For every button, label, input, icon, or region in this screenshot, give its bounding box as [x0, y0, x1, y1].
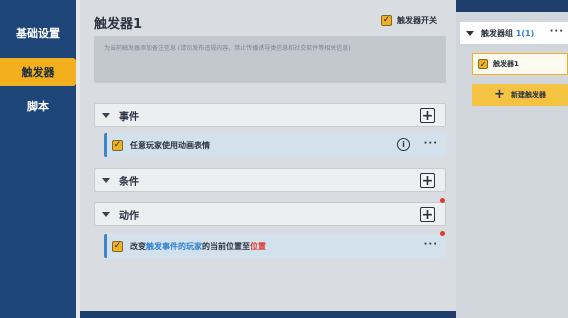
action-row-param-player[interactable]: 触发事件的玩家: [146, 242, 202, 251]
action-row-segment: 的当前位置至: [202, 241, 250, 251]
ellipsis-icon[interactable]: ···: [424, 240, 438, 250]
section-conditions-header[interactable]: 条件 +: [94, 168, 446, 192]
notification-dot: [440, 231, 445, 236]
trigger-title: 触发器1: [94, 17, 143, 32]
checkbox-checked-icon[interactable]: ✓: [478, 59, 488, 69]
chevron-down-icon[interactable]: [102, 177, 110, 183]
trigger-note-field[interactable]: 为当前触发器添加备注信息 (请勿发布违规内容，禁止传播诱导类信息和社交软件等相关…: [94, 36, 446, 83]
add-action-button[interactable]: +: [420, 207, 435, 222]
plus-icon: +: [421, 107, 434, 124]
checkbox-checked-icon[interactable]: ✓: [381, 15, 392, 26]
trigger-list-item[interactable]: ✓ 触发器1: [472, 53, 568, 75]
sidebar-item-label: 基础设置: [16, 27, 60, 40]
section-actions-label: 动作: [119, 210, 139, 222]
chevron-down-icon[interactable]: [102, 112, 110, 118]
ellipsis-icon[interactable]: ···: [424, 139, 438, 149]
sidebar-item-label: 脚本: [27, 100, 49, 113]
info-circle-icon[interactable]: i: [397, 138, 410, 151]
sidebar-item-scripts[interactable]: 脚本: [0, 92, 76, 120]
ellipsis-icon[interactable]: ···: [550, 26, 564, 37]
plus-icon: +: [421, 206, 434, 223]
action-row-text: 改变触发事件的玩家的当前位置至位置: [130, 241, 266, 252]
checkbox-checked-icon[interactable]: ✓: [112, 139, 123, 151]
trigger-editor-panel: 触发器1 ✓ 触发器开关 为当前触发器添加备注信息 (请勿发布违规内容，禁止传播…: [80, 0, 456, 318]
section-events-header[interactable]: 事件 +: [94, 103, 446, 127]
section-conditions-label: 条件: [119, 176, 139, 188]
panel-top-edge: [456, 0, 568, 12]
action-row-param-position[interactable]: 位置: [250, 242, 266, 251]
panel-bottom-edge: [80, 311, 456, 318]
action-row-segment: 改变: [130, 241, 146, 251]
trigger-group-label: 触发器组 1(1): [481, 28, 534, 39]
new-trigger-label: 新建触发器: [510, 91, 546, 99]
chevron-down-icon[interactable]: [466, 30, 474, 36]
trigger-list-item-label: 触发器1: [493, 60, 519, 68]
new-trigger-button[interactable]: + 新建触发器: [472, 84, 568, 106]
section-events-label: 事件: [119, 111, 139, 123]
event-row[interactable]: ✓ 任意玩家使用动画表情 i ···: [104, 133, 446, 157]
event-row-text: 任意玩家使用动画表情: [130, 140, 210, 151]
trigger-switch[interactable]: ✓ 触发器开关: [381, 15, 437, 26]
trigger-group-panel: 触发器组 1(1) ··· ✓ 触发器1 + 新建触发器: [456, 0, 568, 318]
sidebar-item-label: 触发器: [21, 66, 55, 79]
trigger-note-placeholder: 为当前触发器添加备注信息 (请勿发布违规内容，禁止传播诱导类信息和社交软件等相关…: [104, 45, 351, 52]
plus-icon: +: [494, 87, 505, 102]
event-row-segment: 任意玩家使用动画表情: [130, 140, 210, 150]
add-condition-button[interactable]: +: [420, 173, 435, 188]
plus-icon: +: [421, 172, 434, 189]
chevron-down-icon[interactable]: [102, 211, 110, 217]
add-event-button[interactable]: +: [420, 108, 435, 123]
trigger-group-header[interactable]: 触发器组 1(1) ···: [460, 22, 568, 44]
action-row[interactable]: ✓ 改变触发事件的玩家的当前位置至位置 ···: [104, 234, 446, 258]
sidebar-item-basic-settings[interactable]: 基础设置: [0, 19, 76, 47]
trigger-switch-label: 触发器开关: [397, 16, 437, 25]
sidebar-item-triggers[interactable]: 触发器: [0, 58, 76, 86]
trigger-group-name: 触发器组: [481, 28, 513, 38]
section-actions-header[interactable]: 动作 +: [94, 202, 446, 226]
trigger-group-count: 1(1): [515, 28, 535, 38]
notification-dot: [440, 198, 445, 203]
checkbox-checked-icon[interactable]: ✓: [112, 240, 123, 252]
sidebar: 基础设置 触发器 脚本: [0, 0, 80, 318]
